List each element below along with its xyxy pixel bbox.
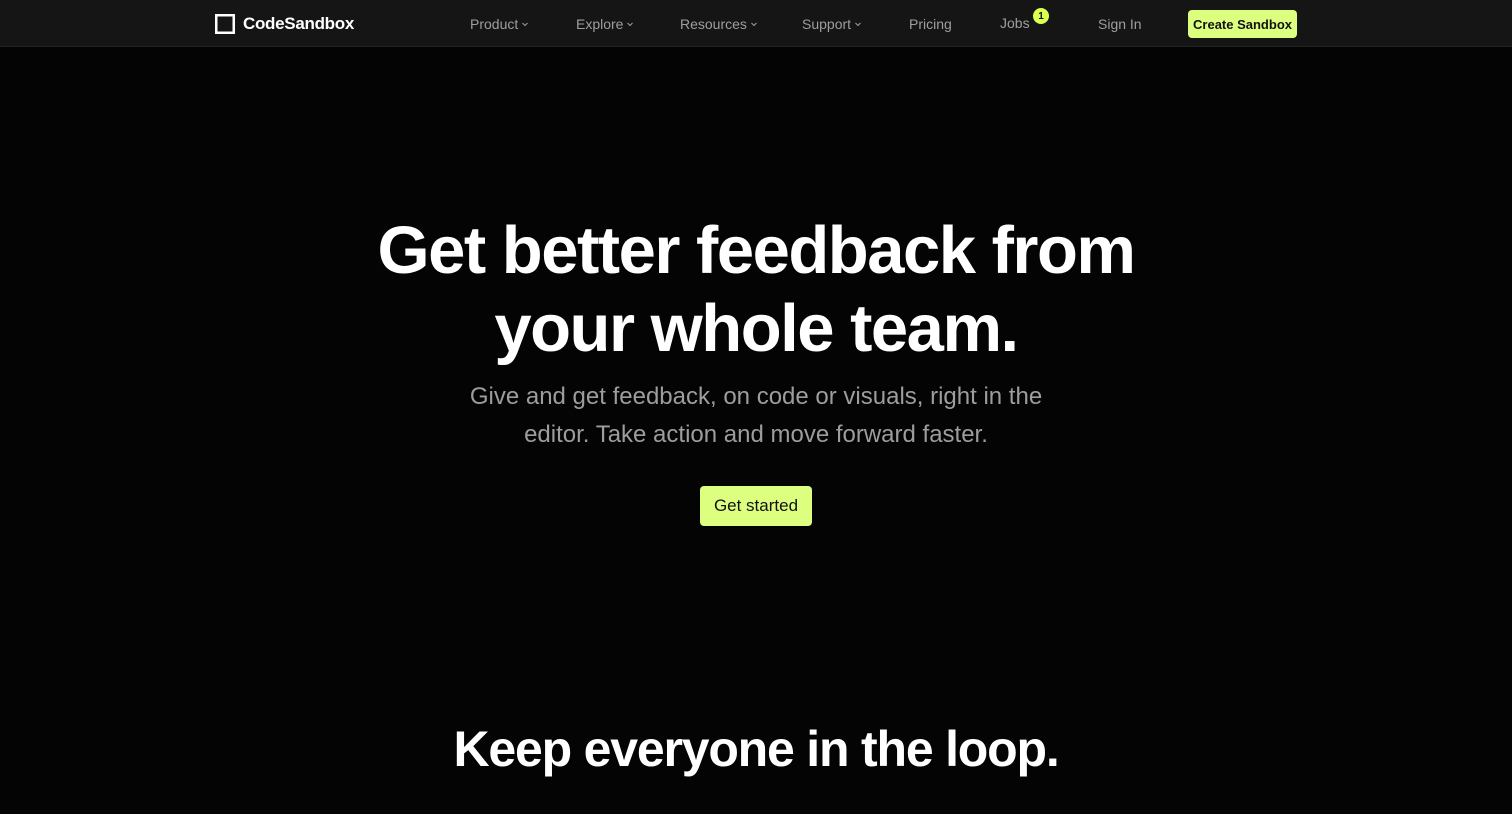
nav-item-label: Jobs: [1000, 15, 1030, 31]
create-sandbox-button[interactable]: Create Sandbox: [1188, 10, 1297, 38]
chevron-down-icon: [855, 22, 861, 27]
chevron-down-icon: [627, 22, 634, 27]
top-navbar: CodeSandbox Product Explore Resources Su…: [0, 0, 1512, 47]
nav-item-label: Support: [802, 16, 852, 32]
hero-title-line-2: your whole team.: [494, 291, 1019, 366]
nav-item-pricing[interactable]: Pricing: [909, 15, 952, 33]
hero-subtitle-line-1: Give and get feedback, on code or visual…: [469, 383, 1043, 410]
nav-item-label: Product: [470, 16, 519, 32]
codesandbox-logo-icon: [215, 13, 235, 34]
hero-title: Get better feedback from your whole team…: [256, 212, 1256, 368]
nav-item-support[interactable]: Support: [802, 15, 862, 33]
chevron-down-icon: [751, 22, 757, 27]
get-started-button[interactable]: Get started: [700, 486, 812, 526]
nav-item-label: Pricing: [909, 16, 952, 32]
nav-item-jobs[interactable]: Jobs: [1000, 14, 1030, 32]
nav-item-resources[interactable]: Resources: [680, 15, 758, 33]
nav-item-label: Sign In: [1098, 16, 1142, 32]
jobs-count-badge: 1: [1033, 8, 1049, 24]
nav-item-product[interactable]: Product: [470, 15, 529, 33]
codesandbox-logo-link[interactable]: CodeSandbox: [215, 13, 354, 34]
hero-subtitle: Give and get feedback, on code or visual…: [406, 378, 1106, 454]
nav-item-explore[interactable]: Explore: [576, 15, 634, 33]
nav-item-sign-in[interactable]: Sign In: [1098, 15, 1142, 33]
hero-title-line-1: Get better feedback from: [377, 213, 1136, 288]
nav-item-label: Explore: [576, 16, 624, 32]
hero-subtitle-line-2: editor. Take action and move forward fas…: [524, 421, 988, 448]
section-title: Keep everyone in the loop.: [453, 721, 1059, 777]
chevron-down-icon: [522, 22, 529, 27]
logo-text: CodeSandbox: [243, 13, 354, 33]
page: CodeSandbox Product Explore Resources Su…: [0, 0, 1512, 814]
nav-item-label: Resources: [680, 16, 747, 32]
